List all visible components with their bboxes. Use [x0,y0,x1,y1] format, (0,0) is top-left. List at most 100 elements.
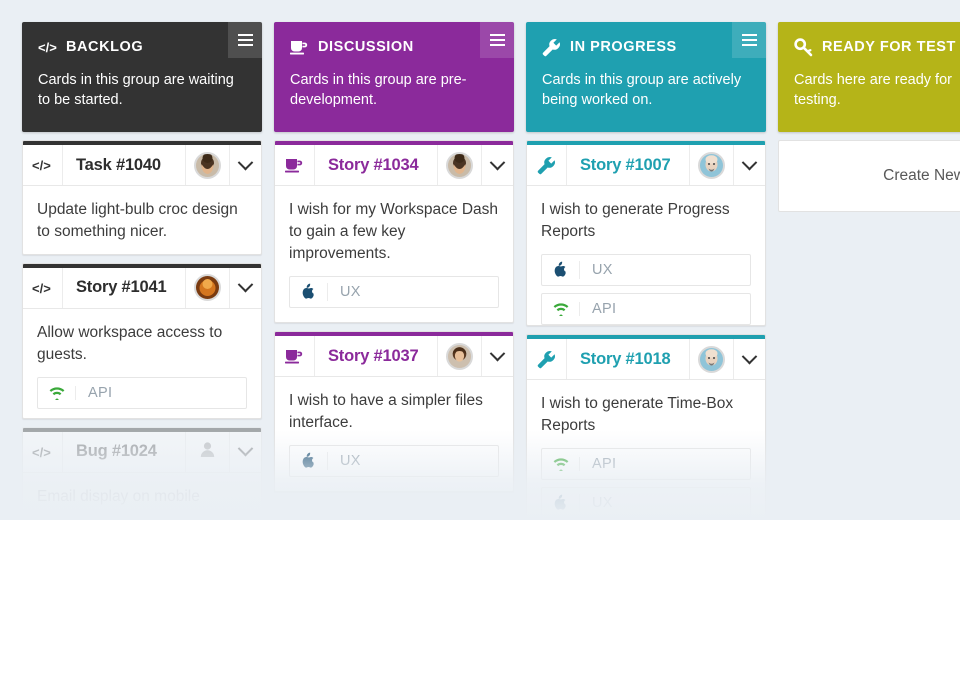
column-ready-for-test: READY FOR TEST Cards here are ready for … [778,22,960,520]
chevron-down-icon[interactable] [229,431,261,472]
avatar[interactable] [185,431,229,472]
card-story-1041[interactable]: </> Story #1041 Allow workspace access t… [22,262,262,419]
card-header: Story #1037 [275,336,513,377]
card-task-1040[interactable]: </> Task #1040 Update light-bulb croc de… [22,140,262,255]
column-description: Cards in this group are pre-development. [290,72,467,108]
column-menu-button-discussion[interactable] [480,22,514,58]
svg-text:</>: </> [32,445,51,459]
column-description: Cards here are ready for testing. [794,72,952,108]
card-tags: UX [289,445,499,477]
avatar-beard-man [446,151,473,179]
card-header: Story #1034 [275,145,513,186]
avatar[interactable] [185,145,229,185]
tag-label: API [592,456,617,472]
chevron-down-icon[interactable] [229,267,261,308]
tag-label: UX [340,453,361,469]
card-title: Task #1040 [76,155,161,174]
wifi-icon [542,302,580,316]
card-tags: UX [289,276,499,308]
card-title: Story #1041 [76,278,167,297]
card-text: I wish to generate Progress Reports [541,201,730,240]
svg-text:</>: </> [38,40,57,54]
tag-ux[interactable]: UX [289,445,499,477]
chevron-down-icon[interactable] [733,339,765,379]
card-header: Story #1007 [527,145,765,186]
card-title: Story #1034 [328,155,419,174]
wifi-icon [542,457,580,471]
hamburger-icon [237,34,253,46]
code-icon: </> [23,145,63,185]
avatar[interactable] [689,145,733,185]
column-menu-button-backlog[interactable] [228,22,262,58]
code-icon: </> [23,431,63,472]
chevron-down-icon[interactable] [229,145,261,185]
card-header: </> Bug #1024 [23,431,261,473]
svg-text:</>: </> [32,158,51,172]
column-header-ready-for-test: READY FOR TEST Cards here are ready for … [778,22,960,132]
card-text: Email display on mobile [37,487,200,505]
card-text: I wish to generate Time-Box Reports [541,395,734,434]
card-story-1018[interactable]: Story #1018 I wish to generate Time-Box … [526,334,766,520]
card-bug-1024[interactable]: </> Bug #1024 Email display on mobile [22,426,262,520]
apple-icon [290,452,328,470]
column-header-backlog: </> BACKLOG Cards in this group are wait… [22,22,262,132]
column-title: IN PROGRESS [570,39,677,55]
tag-ux[interactable]: UX [541,487,751,519]
avatar-bald-man [698,345,725,373]
tag-ux[interactable]: UX [289,276,499,308]
avatar[interactable] [437,145,481,185]
chevron-down-icon[interactable] [481,145,513,185]
avatar[interactable] [689,339,733,379]
column-title: READY FOR TEST [822,39,956,55]
card-title: Story #1007 [580,155,671,174]
avatar[interactable] [437,336,481,376]
card-title: Bug #1024 [76,442,157,461]
chevron-down-icon[interactable] [481,336,513,376]
card-tags: API UX [541,448,751,519]
page-background-bottom [0,520,960,680]
avatar[interactable] [185,267,229,308]
column-backlog: </> BACKLOG Cards in this group are wait… [22,22,262,520]
avatar-beard-man [194,151,221,179]
code-icon: </> [38,38,57,57]
column-menu-button-in-progress[interactable] [732,22,766,58]
chevron-down-icon[interactable] [733,145,765,185]
tag-api[interactable]: API [541,448,751,480]
tag-label: UX [592,262,613,278]
coffee-cup-icon [290,38,309,57]
tag-api[interactable]: API [37,376,247,409]
card-story-1037[interactable]: Story #1037 I wish to have a simpler fil… [274,331,514,492]
card-story-1034[interactable]: Story #1034 I wish for my Workspace Dash… [274,140,514,323]
card-story-1007[interactable]: Story #1007 I wish to generate Progress … [526,140,766,326]
kanban-board: </> BACKLOG Cards in this group are wait… [0,0,960,520]
tag-label: API [88,384,113,401]
card-text: Update light-bulb croc design to somethi… [37,201,238,240]
avatar-orange-person [194,274,221,302]
svg-text:</>: </> [32,281,51,295]
create-new-card-label: Create New Card [883,167,960,184]
column-in-progress: IN PROGRESS Cards in this group are acti… [526,22,766,520]
card-text: I wish to have a simpler files interface… [289,392,483,431]
avatar-woman [446,342,473,370]
column-header-in-progress: IN PROGRESS Cards in this group are acti… [526,22,766,132]
card-header: Story #1018 [527,339,765,380]
column-description: Cards in this group are waiting to be st… [38,72,234,108]
create-new-card-button[interactable]: Create New Card [778,140,960,212]
card-tags: UX API [541,254,751,325]
tag-ux[interactable]: UX [541,254,751,286]
coffee-cup-icon [275,145,315,185]
column-title: BACKLOG [66,39,144,55]
card-text: Allow workspace access to guests. [37,323,223,363]
wrench-icon [527,145,567,185]
tag-label: API [592,301,617,317]
wrench-icon [542,38,561,57]
column-discussion: DISCUSSION Cards in this group are pre-d… [274,22,514,520]
card-title: Story #1018 [580,349,671,368]
avatar-bald-man [698,151,725,179]
tag-label: UX [340,284,361,300]
apple-icon [290,283,328,301]
tag-api[interactable]: API [541,293,751,325]
card-text: I wish for my Workspace Dash to gain a f… [289,201,499,262]
wrench-icon [527,339,567,379]
tag-label: UX [592,495,613,511]
